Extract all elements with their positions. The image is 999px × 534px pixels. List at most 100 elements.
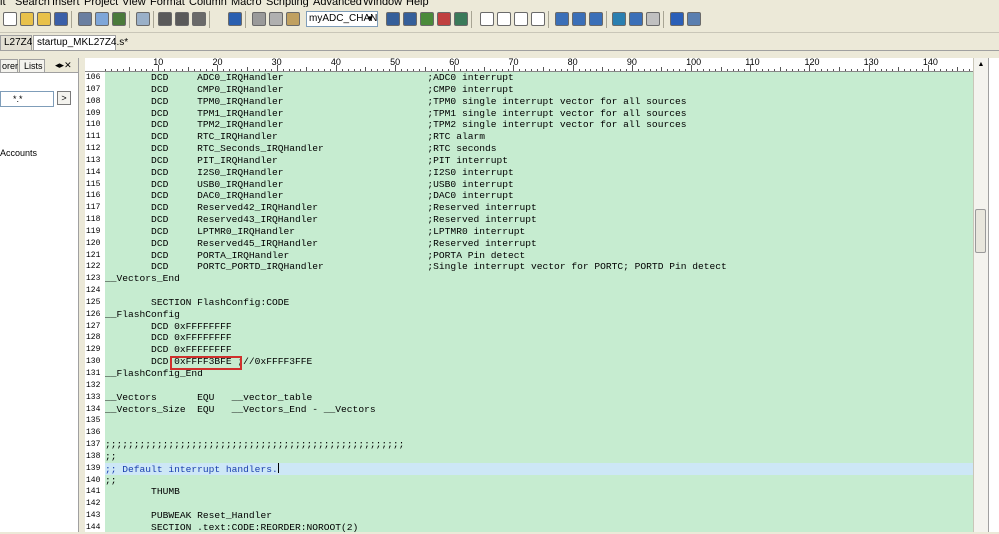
code-line[interactable]: __FlashConfig (105, 309, 973, 321)
save-icon[interactable] (54, 12, 68, 26)
menu-project[interactable]: Project (84, 0, 118, 7)
cut-icon[interactable] (252, 12, 266, 26)
web-icon[interactable] (612, 12, 626, 26)
code-line[interactable]: DCD 0xFFFFFFFF (105, 344, 973, 356)
code-line[interactable]: DCD LPTMR0_IRQHandler ;LPTMR0 interrupt (105, 226, 973, 238)
menu-format[interactable]: Format (150, 0, 185, 7)
menu-search[interactable]: Search (15, 0, 50, 7)
find-icon[interactable] (386, 12, 400, 26)
menu-column[interactable]: Column (189, 0, 227, 7)
align-left-icon[interactable] (480, 12, 494, 26)
code-line[interactable]: PUBWEAK Reset_Handler (105, 510, 973, 522)
tab-file-c[interactable]: L27Z4.c (0, 35, 40, 50)
menu-macro[interactable]: Macro (231, 0, 262, 7)
code-line[interactable]: DCD CMP0_IRQHandler ;CMP0 interrupt (105, 84, 973, 96)
justify-icon[interactable] (531, 12, 545, 26)
format-icon[interactable] (175, 12, 189, 26)
menu-scripting[interactable]: Scripting (266, 0, 309, 7)
globe-icon[interactable] (228, 12, 242, 26)
code-line[interactable]: ;; (105, 451, 973, 463)
menu-it[interactable]: it (0, 0, 6, 7)
code-line[interactable] (105, 380, 973, 392)
code-line[interactable]: DCD Reserved42_IRQHandler ;Reserved inte… (105, 202, 973, 214)
window-icon[interactable] (555, 12, 569, 26)
code-line[interactable]: DCD TPM2_IRQHandler ;TPM2 single interru… (105, 119, 973, 131)
line-number: 116 (86, 191, 101, 201)
vertical-scrollbar[interactable]: ▲ (973, 58, 988, 532)
code-line[interactable]: DCD PIT_IRQHandler ;PIT interrupt (105, 155, 973, 167)
tile-icon[interactable] (589, 12, 603, 26)
code-line[interactable]: __Vectors_Size EQU __Vectors_End - __Vec… (105, 404, 973, 416)
tree-item-accounts[interactable]: Accounts (0, 148, 37, 158)
code-line[interactable]: DCD Reserved45_IRQHandler ;Reserved inte… (105, 238, 973, 250)
code-line[interactable]: DCD Reserved43_IRQHandler ;Reserved inte… (105, 214, 973, 226)
function-list-combo[interactable]: myADC_CHANN ▼ (306, 11, 378, 27)
code-line[interactable]: DCD USB0_IRQHandler ;USB0 interrupt (105, 179, 973, 191)
find-files-icon[interactable] (437, 12, 451, 26)
scroll-up-icon[interactable]: ▲ (976, 60, 986, 70)
info-icon[interactable] (670, 12, 684, 26)
code-line[interactable] (105, 427, 973, 439)
clear-icon[interactable] (646, 12, 660, 26)
code-line[interactable]: DCD ADC0_IRQHandler ;ADC0 interrupt (105, 72, 973, 84)
code-line[interactable]: DCD 0xFFFFFFFF (105, 321, 973, 333)
find-next-icon[interactable] (403, 12, 417, 26)
ruler-tick (708, 69, 710, 71)
export-icon[interactable] (112, 12, 126, 26)
align-center-icon[interactable] (497, 12, 511, 26)
new-file-icon[interactable] (3, 12, 17, 26)
code-line[interactable]: DCD TPM0_IRQHandler ;TPM0 single interru… (105, 96, 973, 108)
list-icon[interactable] (158, 12, 172, 26)
code-line[interactable]: __Vectors_End (105, 273, 973, 285)
code-editor[interactable]: DCD ADC0_IRQHandler ;ADC0 interrupt DCD … (105, 72, 973, 532)
code-line[interactable]: DCD RTC_Seconds_IRQHandler ;RTC seconds (105, 143, 973, 155)
file-filter-input[interactable]: *.* (0, 91, 54, 107)
close-icon[interactable]: ✕ (64, 60, 72, 70)
ruler-tick (324, 69, 326, 71)
code-line[interactable]: DCD DAC0_IRQHandler ;DAC0 interrupt (105, 190, 973, 202)
code-line[interactable]: __Vectors EQU __vector_table (105, 392, 973, 404)
page-icon[interactable] (136, 12, 150, 26)
chevron-down-icon[interactable]: ▼ (365, 13, 376, 25)
help-icon[interactable] (687, 12, 701, 26)
menu-insert[interactable]: Insert (52, 0, 80, 7)
code-line[interactable]: THUMB (105, 486, 973, 498)
menu-advanced[interactable]: Advanced (313, 0, 362, 7)
open-folder-icon[interactable] (20, 12, 34, 26)
split-icon[interactable] (572, 12, 586, 26)
print-preview-icon[interactable] (95, 12, 109, 26)
code-line[interactable]: SECTION .text:CODE:REORDER:NOROOT(2) (105, 522, 973, 532)
menu-help[interactable]: Help (406, 0, 429, 7)
goto-icon[interactable] (454, 12, 468, 26)
code-line[interactable]: DCD I2S0_IRQHandler ;I2S0 interrupt (105, 167, 973, 179)
line-number: 118 (86, 215, 101, 225)
replace-icon[interactable] (420, 12, 434, 26)
menu-view[interactable]: View (122, 0, 146, 7)
code-line[interactable]: ;; Default interrupt handlers. (105, 462, 973, 475)
tab-lists[interactable]: Lists (19, 59, 45, 72)
code-line[interactable]: SECTION FlashConfig:CODE (105, 297, 973, 309)
code-line[interactable] (105, 498, 973, 510)
paste-icon[interactable] (286, 12, 300, 26)
code-line[interactable]: DCD PORTC_PORTD_IRQHandler ;Single inter… (105, 261, 973, 273)
ruler-label: 30 (271, 58, 282, 67)
copy-icon[interactable] (269, 12, 283, 26)
open-icon[interactable] (37, 12, 51, 26)
code-line[interactable] (105, 285, 973, 297)
code-line[interactable]: ;;;;;;;;;;;;;;;;;;;;;;;;;;;;;;;;;;;;;;;;… (105, 439, 973, 451)
print-icon[interactable] (78, 12, 92, 26)
scrollbar-thumb[interactable] (975, 209, 986, 253)
hex-icon[interactable] (192, 12, 206, 26)
code-line[interactable]: DCD PORTA_IRQHandler ;PORTA Pin detect (105, 250, 973, 262)
code-line[interactable]: ;; (105, 475, 973, 487)
go-button[interactable]: > (57, 91, 71, 105)
code-line[interactable] (105, 415, 973, 427)
align-right-icon[interactable] (514, 12, 528, 26)
tab-explorer[interactable]: orer (0, 59, 18, 72)
tab-startup-file[interactable]: startup_MKL27Z4.s* (33, 35, 128, 50)
menu-window[interactable]: Window (363, 0, 402, 7)
code-line[interactable]: DCD RTC_IRQHandler ;RTC alarm (105, 131, 973, 143)
code-line[interactable]: DCD TPM1_IRQHandler ;TPM1 single interru… (105, 108, 973, 120)
browser-icon[interactable] (629, 12, 643, 26)
code-line[interactable]: DCD 0xFFFFFFFF (105, 332, 973, 344)
